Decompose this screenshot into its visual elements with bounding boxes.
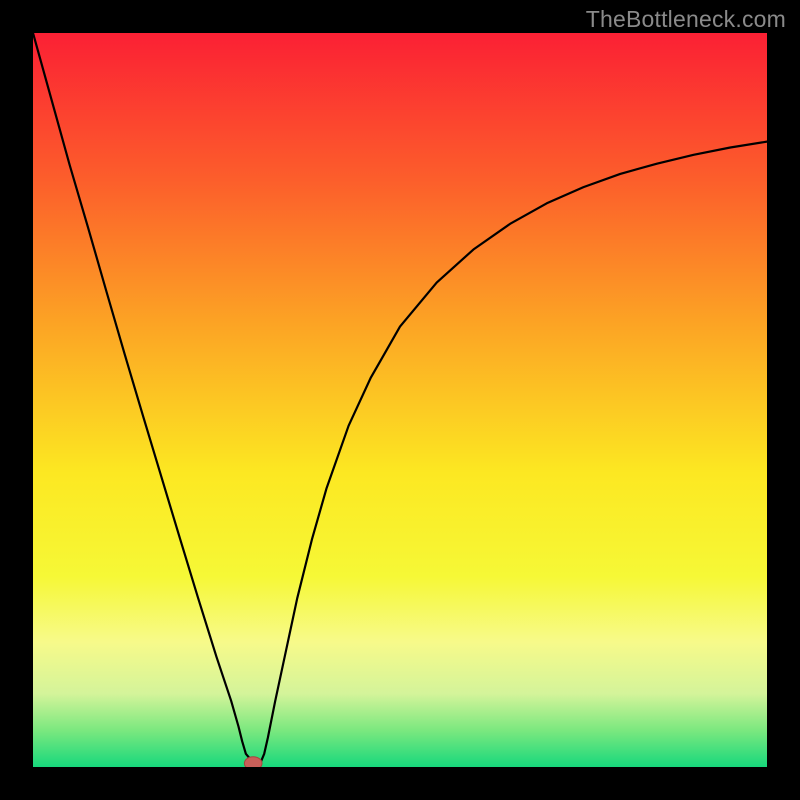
optimal-point-marker (244, 757, 262, 767)
chart-plot (33, 33, 767, 767)
chart-background (33, 33, 767, 767)
watermark-label: TheBottleneck.com (586, 6, 786, 33)
chart-frame: TheBottleneck.com (0, 0, 800, 800)
